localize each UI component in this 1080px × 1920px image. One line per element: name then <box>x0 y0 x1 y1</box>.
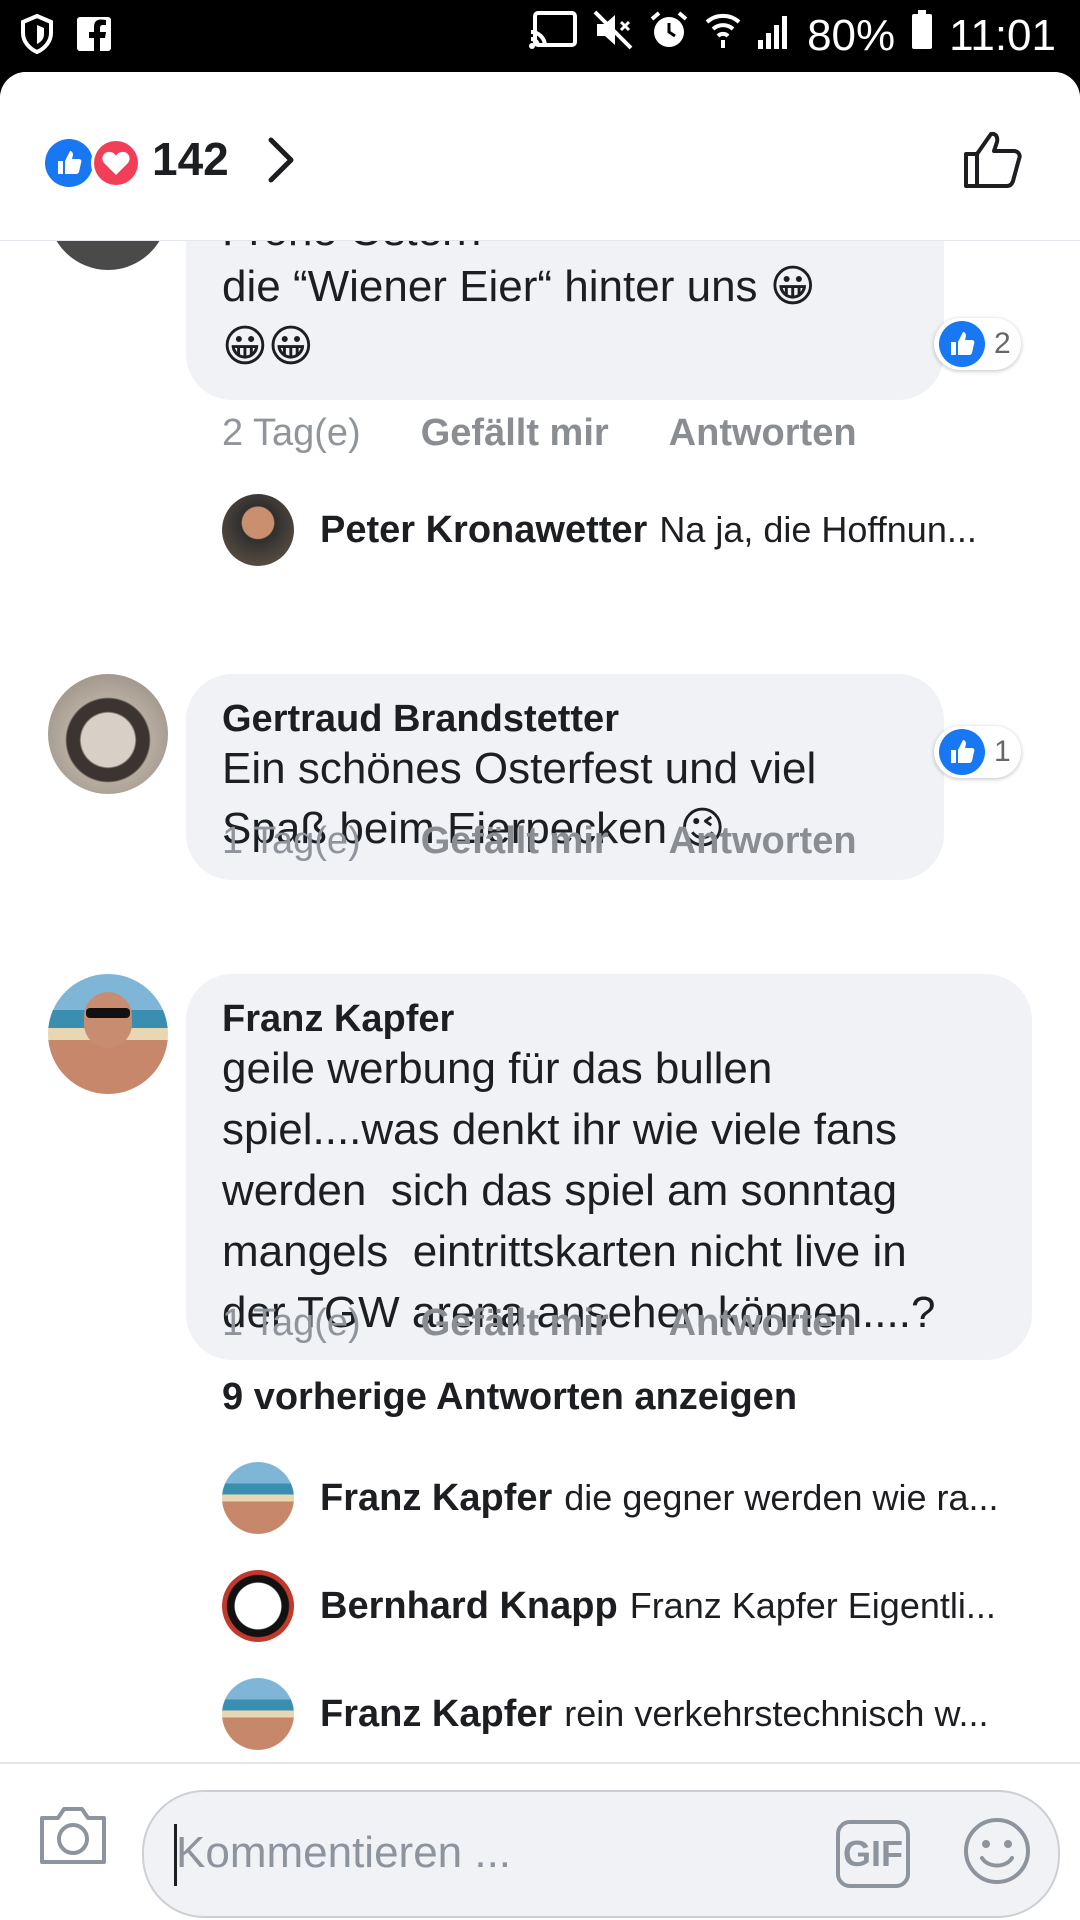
like-count-badge[interactable]: 1 <box>934 726 1021 778</box>
signal-icon <box>757 11 791 61</box>
reply-text: rein verkehrstechnisch w... <box>564 1693 989 1734</box>
reply-link[interactable]: Antworten <box>669 1302 857 1345</box>
like-icon <box>939 321 985 367</box>
comment-input[interactable]: Kommentieren ... GIF <box>142 1790 1060 1918</box>
reaction-icons[interactable] <box>44 138 144 188</box>
comment-text-block: geile werbung für das bullen spiel....wa… <box>222 1038 935 1343</box>
reply-text: Na ja, die Hoffnun... <box>659 509 977 550</box>
battery-icon <box>911 10 933 61</box>
reply-text: die gegner werden wie ra... <box>564 1477 999 1518</box>
comment-text-line: werden sich das spiel am sonntag <box>222 1166 898 1215</box>
clock-time: 11:01 <box>949 10 1056 60</box>
chevron-right-icon[interactable] <box>266 136 296 184</box>
comment-text-line: mangels eintrittskarten nicht live in <box>222 1227 907 1276</box>
thumbs-up-outline-icon[interactable] <box>962 128 1024 190</box>
reply-text: Franz Kapfer Eigentli... <box>629 1585 996 1626</box>
avatar <box>222 1462 294 1534</box>
avatar <box>222 494 294 566</box>
avatar <box>222 1570 294 1642</box>
comment-emoji-line: 😀😀 <box>222 322 314 371</box>
like-link[interactable]: Gefällt mir <box>421 1302 609 1345</box>
comment-time: 2 Tag(e) <box>222 412 361 454</box>
gif-button[interactable]: GIF <box>836 1820 910 1888</box>
emoji-icon[interactable] <box>962 1816 1032 1886</box>
alarm-icon <box>649 10 689 61</box>
status-bar: 80% 11:01 <box>0 0 1080 72</box>
reply-author[interactable]: Franz Kapfer <box>320 1477 552 1520</box>
like-link[interactable]: Gefällt mir <box>421 412 609 455</box>
avatar[interactable] <box>48 240 168 270</box>
show-previous-replies-link[interactable]: 9 vorherige Antworten anzeigen <box>222 1376 797 1419</box>
comment-placeholder: Kommentieren ... <box>176 1828 512 1877</box>
comment-text: die “Wiener Eier“ hinter uns 😀 <box>222 262 816 311</box>
comment-bubble[interactable]: Frohe Ostern die “Wiener Eier“ hinter un… <box>186 240 944 400</box>
mute-icon <box>593 10 633 61</box>
avatar[interactable] <box>48 674 168 794</box>
comment-list: Frohe Ostern die “Wiener Eier“ hinter un… <box>0 240 1080 1760</box>
avatar[interactable] <box>48 974 168 1094</box>
reply-author[interactable]: Peter Kronawetter <box>320 509 647 552</box>
comment-text-line: spiel....was denkt ihr wie viele fans <box>222 1105 897 1154</box>
like-count-badge[interactable]: 2 <box>934 318 1021 370</box>
reply-preview[interactable]: Bernhard Knapp Franz Kapfer Eigentli... <box>222 1570 1042 1642</box>
comment-time: 1 Tag(e) <box>222 1302 361 1344</box>
comment-meta: 2 Tag(e) Gefällt mir Antworten <box>222 412 917 455</box>
reactions-header: 142 <box>0 72 1080 241</box>
wifi-icon <box>705 10 741 61</box>
reply-preview[interactable]: Franz Kapfer die gegner werden wie ra... <box>222 1462 1042 1534</box>
like-link[interactable]: Gefällt mir <box>421 820 609 863</box>
reply-preview[interactable]: Peter Kronawetter Na ja, die Hoffnun... <box>222 494 1042 566</box>
reaction-count[interactable]: 142 <box>152 132 229 186</box>
comment-author[interactable]: Franz Kapfer <box>222 998 454 1041</box>
comment-meta: 1 Tag(e) Gefällt mir Antworten <box>222 820 917 863</box>
comment-text-line: geile werbung für das bullen <box>222 1044 773 1093</box>
reply-link[interactable]: Antworten <box>669 412 857 455</box>
reply-preview[interactable]: Franz Kapfer rein verkehrstechnisch w... <box>222 1678 1042 1750</box>
grinning-emoji: 😀 <box>769 262 816 311</box>
facebook-icon <box>76 16 112 57</box>
comment-author[interactable]: Gertraud Brandstetter <box>222 698 619 741</box>
comment-composer: Kommentieren ... GIF <box>0 1762 1080 1920</box>
comment-text: Ein schönes Osterfest und viel <box>222 744 817 793</box>
shield-icon <box>20 13 54 59</box>
cast-icon <box>529 10 578 61</box>
like-icon <box>939 729 985 775</box>
reply-author[interactable]: Franz Kapfer <box>320 1693 552 1736</box>
reply-author[interactable]: Bernhard Knapp <box>320 1585 618 1628</box>
comments-sheet: 142 Frohe Ostern die “Wiener Eier“ hinte… <box>0 72 1080 1920</box>
reply-link[interactable]: Antworten <box>669 820 857 863</box>
camera-icon[interactable] <box>38 1804 108 1866</box>
battery-percent: 80% <box>807 10 896 60</box>
comment-meta: 1 Tag(e) Gefällt mir Antworten <box>222 1302 917 1345</box>
comment-time: 1 Tag(e) <box>222 820 361 862</box>
avatar <box>222 1678 294 1750</box>
